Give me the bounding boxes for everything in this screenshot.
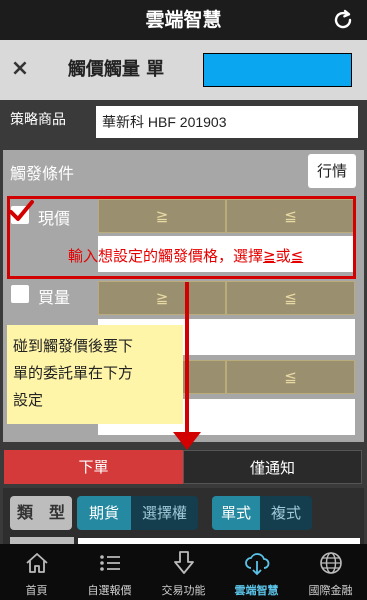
nav-label: 國際金融 xyxy=(308,584,353,597)
segment-options[interactable]: 選擇權 xyxy=(131,496,198,530)
trigger-title: 觸發條件 xyxy=(10,164,75,183)
quote-button[interactable]: 行情 xyxy=(308,154,356,188)
nav-label: 交易功能 xyxy=(161,584,206,597)
nav-home[interactable]: 首頁 xyxy=(0,544,73,600)
cloud-download-icon xyxy=(244,550,270,576)
type-label: 類 型 xyxy=(10,496,72,530)
nav-international[interactable]: 國際金融 xyxy=(294,544,367,600)
annotation-highlight-box xyxy=(7,196,356,279)
annotation-arrow-line xyxy=(185,282,189,432)
row3-lte-button[interactable]: ≦ xyxy=(226,360,355,394)
nav-trading[interactable]: 交易功能 xyxy=(147,544,220,600)
download-arrow-icon xyxy=(171,550,197,576)
page-title: 觸價觸量 單 xyxy=(67,59,165,80)
nav-cloud-smart[interactable]: 雲端智慧 xyxy=(220,544,293,600)
list-icon xyxy=(97,550,123,576)
home-icon xyxy=(24,550,50,576)
app-title: 雲端智慧 xyxy=(145,9,222,31)
note-line: 單的委託單在下方 xyxy=(13,364,134,382)
globe-icon xyxy=(318,550,344,576)
note-line: 碰到觸發價後要下 xyxy=(13,337,134,355)
buy-volume-lte-button[interactable]: ≦ xyxy=(226,281,355,315)
annotation-note: 碰到觸發價後要下 單的委託單在下方 設定 xyxy=(7,325,183,424)
note-line: 設定 xyxy=(13,391,44,409)
refresh-icon[interactable] xyxy=(331,8,355,32)
buy-volume-checkbox[interactable] xyxy=(11,285,29,303)
arrow-down-icon xyxy=(173,432,201,450)
annotation-hint: 輸入想設定的觸發價格，選擇≧或≦ xyxy=(68,247,304,265)
redaction-box xyxy=(203,53,352,87)
segment-combo[interactable]: 複式 xyxy=(260,496,312,530)
buy-volume-gte-button[interactable]: ≧ xyxy=(98,281,226,315)
close-icon[interactable]: × xyxy=(8,57,32,81)
segment-single[interactable]: 單式 xyxy=(212,496,260,530)
nav-label: 雲端智慧 xyxy=(234,584,279,597)
nav-label: 自選報價 xyxy=(87,584,132,597)
tab-notify-only[interactable]: 僅通知 xyxy=(183,450,362,484)
segment-futures[interactable]: 期貨 xyxy=(77,496,131,530)
buy-volume-label: 買量 xyxy=(38,288,71,307)
nav-label: 首頁 xyxy=(25,584,48,597)
strategy-product-input[interactable]: 華新科 HBF 201903 xyxy=(96,106,358,138)
nav-watchlist[interactable]: 自選報價 xyxy=(73,544,146,600)
strategy-label: 策略商品 xyxy=(10,112,66,128)
tab-order[interactable]: 下單 xyxy=(4,450,183,484)
